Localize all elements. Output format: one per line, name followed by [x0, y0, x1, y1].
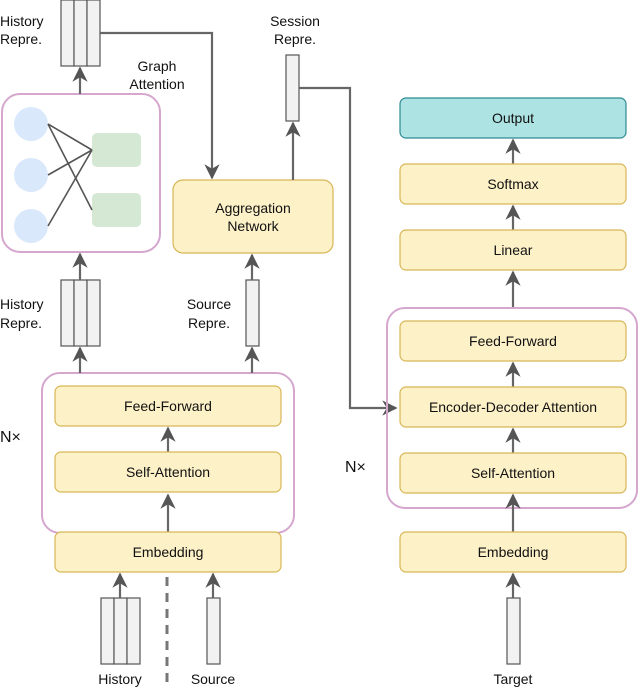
- source-repr-label-1: Source: [187, 296, 232, 312]
- output-label: Output: [492, 110, 534, 126]
- session-repr-vector: [285, 54, 300, 122]
- source-repr-vector: [245, 279, 260, 347]
- source-input-label: Source: [191, 671, 236, 687]
- target-input-label: Target: [494, 671, 533, 687]
- decoder-feed-forward-label: Feed-Forward: [469, 333, 557, 349]
- aggregation-network-block: [172, 179, 334, 254]
- target-input-vector: [506, 597, 521, 665]
- graph-node: [14, 107, 48, 141]
- history-repr-mid-label-1: History: [0, 296, 44, 312]
- history-repr-top-label-2: Repre.: [0, 31, 42, 47]
- encoder-embedding-label: Embedding: [133, 544, 204, 560]
- session-repr-label-1: Session: [270, 13, 320, 29]
- decoder-self-attention-label: Self-Attention: [471, 465, 555, 481]
- history-input-label: History: [98, 671, 142, 687]
- encoder-self-attention-label: Self-Attention: [126, 464, 210, 480]
- encoder-decoder-attention-label: Encoder-Decoder Attention: [429, 399, 597, 415]
- encoder-repeat-label: N×: [0, 429, 21, 446]
- architecture-diagram: History Repre. Graph Attention Aggregati…: [0, 0, 638, 688]
- decoder-repeat-label: N×: [345, 459, 366, 476]
- graph-node: [14, 209, 48, 243]
- source-input-vector: [206, 597, 221, 665]
- softmax-label: Softmax: [487, 176, 538, 192]
- aggregation-label-2: Network: [227, 218, 279, 234]
- session-repr-label-2: Repre.: [274, 31, 316, 47]
- source-repr-label-2: Repre.: [188, 315, 230, 331]
- graph-target-node: [92, 133, 141, 167]
- history-repr-mid-label-2: Repre.: [0, 315, 42, 331]
- graph-attention-label-2: Attention: [129, 76, 184, 92]
- aggregation-label-1: Aggregation: [215, 200, 291, 216]
- history-repr-mid-vector: [60, 279, 101, 347]
- history-input-vector: [100, 597, 141, 665]
- graph-node: [14, 158, 48, 192]
- graph-attention-label-1: Graph: [138, 58, 177, 74]
- encoder-feed-forward-label: Feed-Forward: [124, 398, 212, 414]
- history-repr-top-vector: [60, 0, 101, 67]
- decoder-embedding-label: Embedding: [478, 544, 549, 560]
- history-repr-top-label-1: History: [0, 13, 44, 29]
- linear-label: Linear: [494, 242, 533, 258]
- graph-target-node: [92, 193, 141, 227]
